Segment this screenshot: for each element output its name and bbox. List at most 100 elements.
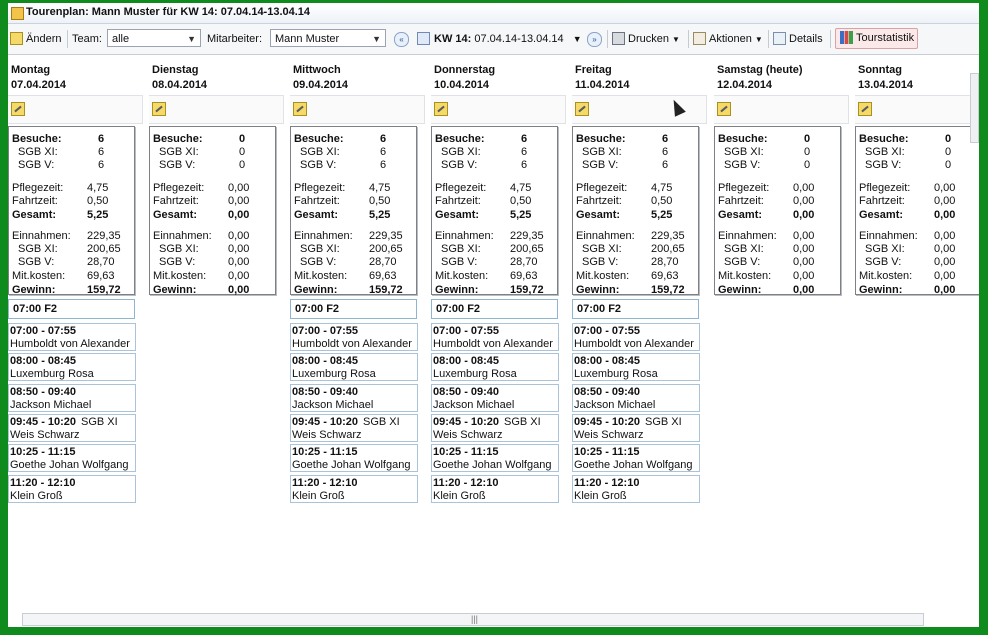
stat-value-travel-time: 0,50 <box>369 195 391 207</box>
stat-label-travel-time: Fahrtzeit: <box>153 195 199 207</box>
stat-value-income-sgb-xi: 0,00 <box>934 243 956 255</box>
pencil-icon[interactable] <box>293 102 307 116</box>
title-bar: Tourenplan: Mann Muster für KW 14: 07.04… <box>8 3 979 24</box>
tour-slot[interactable]: 07:00 F2 <box>290 299 417 319</box>
actions-label: Aktionen <box>709 33 752 45</box>
appointment-card[interactable]: 07:00 - 07:55 Humboldt von Alexander <box>290 323 418 351</box>
day-tools <box>290 95 425 124</box>
stat-value-sgb-xi: 6 <box>98 146 105 158</box>
pencil-icon[interactable] <box>575 102 589 116</box>
stat-value-income-sgb-v: 0,00 <box>228 256 250 268</box>
appointment-card[interactable]: 08:50 - 09:40 Jackson Michael <box>290 383 418 412</box>
pencil-icon[interactable] <box>717 102 731 116</box>
day-column: Samstag (heute) 12.04.2014 Besuche: 0 SGB XI… <box>714 55 849 555</box>
stat-label-income-sgb-xi: SGB XI: <box>441 243 481 255</box>
team-select[interactable]: alle ▼ <box>107 29 201 47</box>
appointment-card[interactable]: 08:00 - 08:45 Luxemburg Rosa <box>572 353 700 382</box>
day-statistics: Besuche: 6 SGB XI: 6 SGB V: 6 Pflegezeit: 4,75 F… <box>290 126 417 296</box>
appointment-card[interactable]: 10:25 - 11:15 Goethe Johan Wolfgang <box>8 444 136 473</box>
stat-label-travel-time: Fahrtzeit: <box>718 195 764 207</box>
appointment-card[interactable]: 09:45 - 10:20 SGB XI Weis Schwarz <box>8 413 136 442</box>
pencil-icon[interactable] <box>434 102 448 116</box>
stat-value-travel-time: 0,50 <box>651 195 673 207</box>
stat-label-profit: Gewinn: <box>576 284 620 296</box>
prev-week-icon[interactable]: « <box>394 32 409 47</box>
appointment-card[interactable]: 10:25 - 11:15 Goethe Johan Wolfgang <box>431 444 559 473</box>
tour-slot[interactable]: 07:00 F2 <box>431 299 558 319</box>
edit-button[interactable]: Ändern <box>10 31 61 47</box>
appointment-card[interactable]: 09:45 - 10:20 SGB XI Weis Schwarz <box>290 413 418 442</box>
pencil-icon[interactable] <box>11 102 25 116</box>
appointment-card[interactable]: 08:00 - 08:45 Luxemburg Rosa <box>431 353 559 382</box>
appointment-card[interactable]: 11:20 - 12:10 Klein Groß <box>8 474 136 503</box>
pencil-icon[interactable] <box>858 102 872 116</box>
appointment-card[interactable]: 10:25 - 11:15 Goethe Johan Wolfgang <box>572 444 700 473</box>
next-week-icon[interactable]: » <box>587 32 602 47</box>
appointment-card[interactable]: 07:00 - 07:55 Humboldt von Alexander <box>8 323 136 351</box>
employee-select[interactable]: Mann Muster ▼ <box>270 29 386 47</box>
stat-label-income: Einnahmen: <box>153 230 212 242</box>
stat-value-costs: 0,00 <box>228 270 250 282</box>
toolbar-divider <box>768 30 769 48</box>
appointment-card[interactable]: 08:00 - 08:45 Luxemburg Rosa <box>8 353 136 382</box>
stat-label-travel-time: Fahrtzeit: <box>435 195 481 207</box>
appointment-patient: Weis Schwarz <box>433 428 503 441</box>
printer-icon <box>612 32 625 45</box>
appointment-patient: Goethe Johan Wolfgang <box>10 459 129 472</box>
stat-value-sgb-xi: 6 <box>380 146 387 158</box>
stat-label-income-sgb-v: SGB V: <box>724 256 761 268</box>
tourstat-button[interactable]: Tourstatistik <box>835 28 918 49</box>
stat-label-income-sgb-v: SGB V: <box>865 256 902 268</box>
appointment-patient: Jackson Michael <box>292 398 374 411</box>
appointment-time: 07:00 - 07:55 <box>10 325 77 337</box>
appointment-patient: Goethe Johan Wolfgang <box>433 459 552 472</box>
app-icon <box>11 7 24 20</box>
stat-value-care-time: 4,75 <box>651 182 673 194</box>
calendar-icon[interactable] <box>417 32 430 45</box>
stat-value-visits: 0 <box>804 133 811 145</box>
appointment-card[interactable]: 09:45 - 10:20 SGB XI Weis Schwarz <box>572 413 700 442</box>
stat-label-income: Einnahmen: <box>435 230 494 242</box>
actions-button[interactable]: Aktionen ▼ <box>693 31 763 47</box>
appointment-card[interactable]: 07:00 - 07:55 Humboldt von Alexander <box>572 323 700 351</box>
appointment-card[interactable]: 08:00 - 08:45 Luxemburg Rosa <box>290 353 418 382</box>
toolbar-divider <box>607 30 608 48</box>
appointment-card[interactable]: 11:20 - 12:10 Klein Groß <box>431 474 559 503</box>
stat-label-sgb-v: SGB V: <box>159 159 196 171</box>
print-button[interactable]: Drucken ▼ <box>612 31 680 47</box>
stat-label-income-sgb-xi: SGB XI: <box>159 243 199 255</box>
week-selector[interactable]: KW 14: 07.04.14-13.04.14 ▼ <box>434 31 582 47</box>
appointment-time: 08:00 - 08:45 <box>574 355 641 368</box>
stat-value-sgb-v: 0 <box>804 159 811 171</box>
appointment-card[interactable]: 11:20 - 12:10 Klein Groß <box>290 474 418 503</box>
stat-value-income: 0,00 <box>793 230 815 242</box>
week-grid: Montag 07.04.2014 Besuche: 6 SGB XI: 6 SGB V: 6… <box>8 55 979 615</box>
vertical-scrollbar[interactable] <box>970 73 979 143</box>
stat-label-income-sgb-xi: SGB XI: <box>582 243 622 255</box>
stat-value-income: 229,35 <box>369 230 403 242</box>
appointment-patient: Klein Groß <box>574 489 627 502</box>
appointment-card[interactable]: 11:20 - 12:10 Klein Groß <box>572 474 700 503</box>
stat-value-income: 0,00 <box>934 230 956 242</box>
stat-value-visits: 0 <box>239 133 246 145</box>
day-name: Samstag (heute) <box>717 64 803 76</box>
appointment-card[interactable]: 08:50 - 09:40 Jackson Michael <box>431 383 559 412</box>
day-date: 10.04.2014 <box>434 79 490 91</box>
appointment-card[interactable]: 09:45 - 10:20 SGB XI Weis Schwarz <box>431 413 559 442</box>
appointment-card[interactable]: 08:50 - 09:40 Jackson Michael <box>572 383 700 412</box>
appointment-patient: Weis Schwarz <box>574 428 644 441</box>
toolbar-divider <box>67 30 68 48</box>
tour-slot[interactable]: 07:00 F2 <box>572 299 699 319</box>
tour-slot[interactable]: 07:00 F2 <box>8 299 135 319</box>
appointment-card[interactable]: 07:00 - 07:55 Humboldt von Alexander <box>431 323 559 351</box>
pencil-icon[interactable] <box>152 102 166 116</box>
appointment-time: 11:20 - 12:10 <box>433 476 499 489</box>
appointment-card[interactable]: 10:25 - 11:15 Goethe Johan Wolfgang <box>290 444 418 473</box>
appointment-card[interactable]: 08:50 - 09:40 Jackson Michael <box>8 383 136 412</box>
team-value: alle <box>112 33 130 45</box>
stat-value-profit: 159,72 <box>87 284 121 296</box>
stat-label-total: Gesamt: <box>435 209 480 221</box>
horizontal-scrollbar[interactable]: ||| <box>22 613 924 626</box>
details-button[interactable]: Details <box>773 31 823 47</box>
edit-label: Ändern <box>26 33 62 45</box>
